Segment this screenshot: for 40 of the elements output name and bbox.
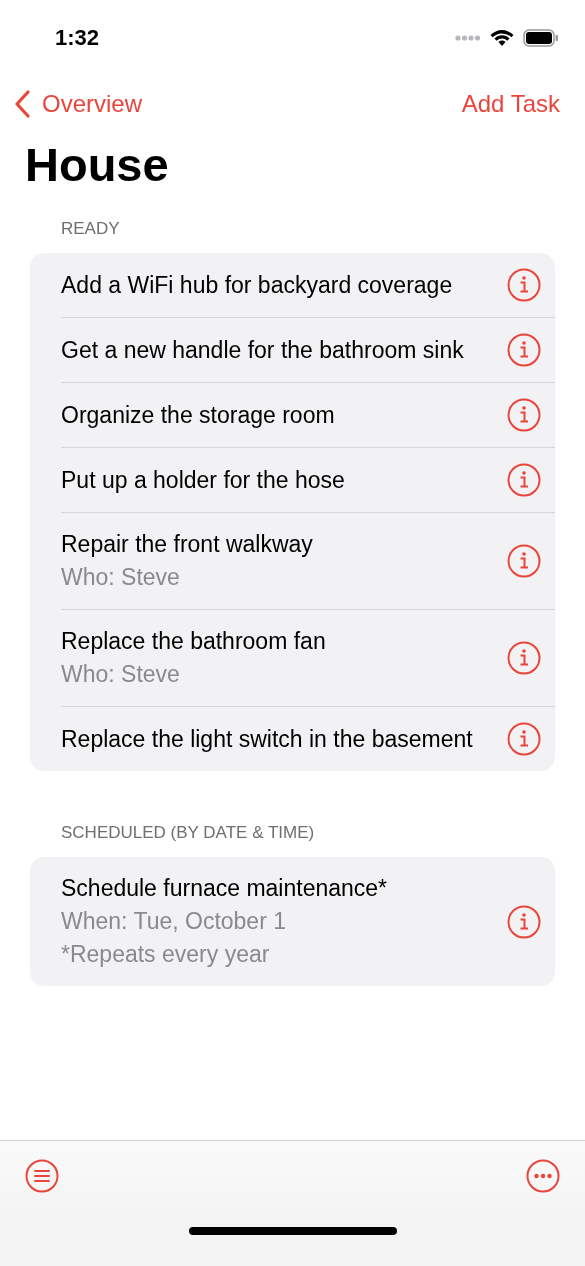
task-detail: *Repeats every year (61, 940, 271, 969)
task-title: Replace the light switch in the basement (61, 724, 474, 754)
task-title: Schedule furnace maintenance* (61, 874, 389, 903)
task-detail: Who: Steve (61, 563, 181, 592)
task-row[interactable]: Replace the bathroom fan Who: Steve (61, 609, 555, 706)
task-row[interactable]: Get a new handle for the bathroom sink (61, 317, 555, 382)
task-title: Add a WiFi hub for backyard coverage (61, 270, 454, 300)
signal-icon (455, 34, 481, 41)
info-icon[interactable] (507, 463, 541, 497)
info-icon[interactable] (507, 398, 541, 432)
section-header: READY (60, 219, 121, 239)
info-icon[interactable] (507, 722, 541, 756)
task-row[interactable]: Repair the front walkway Who: Steve (61, 512, 555, 609)
info-icon[interactable] (507, 333, 541, 367)
task-row[interactable]: Schedule furnace maintenance* When: Tue, October 1 *Repeats every year (61, 857, 555, 986)
info-icon[interactable] (507, 641, 541, 675)
chevron-left-icon (14, 90, 30, 118)
task-title: Put up a holder for the hose (61, 465, 346, 495)
task-title: Get a new handle for the bathroom sink (61, 335, 465, 365)
wifi-icon (490, 28, 514, 47)
list-icon[interactable] (25, 1158, 59, 1193)
task-row[interactable]: Put up a holder for the hose (61, 447, 555, 512)
task-title: Replace the bathroom fan (61, 627, 327, 656)
task-detail: When: Tue, October 1 (61, 907, 287, 936)
task-row[interactable]: Replace the light switch in the basement (61, 706, 555, 771)
page-title: House (25, 137, 170, 193)
info-icon[interactable] (507, 268, 541, 302)
task-row[interactable]: Add a WiFi hub for backyard coverage (61, 253, 555, 317)
info-icon[interactable] (507, 544, 541, 578)
task-row[interactable]: Organize the storage room (61, 382, 555, 447)
more-icon[interactable] (526, 1158, 560, 1193)
back-button[interactable]: Overview (14, 90, 143, 118)
battery-icon (523, 28, 559, 47)
status-time: 1:32 (55, 24, 100, 51)
task-detail: Who: Steve (61, 660, 181, 689)
task-title: Organize the storage room (61, 400, 336, 430)
add-task-button[interactable]: Add Task (461, 90, 560, 118)
info-icon[interactable] (507, 904, 541, 939)
section-header: SCHEDULED (BY DATE & TIME) (60, 823, 316, 843)
task-title: Repair the front walkway (61, 530, 314, 559)
